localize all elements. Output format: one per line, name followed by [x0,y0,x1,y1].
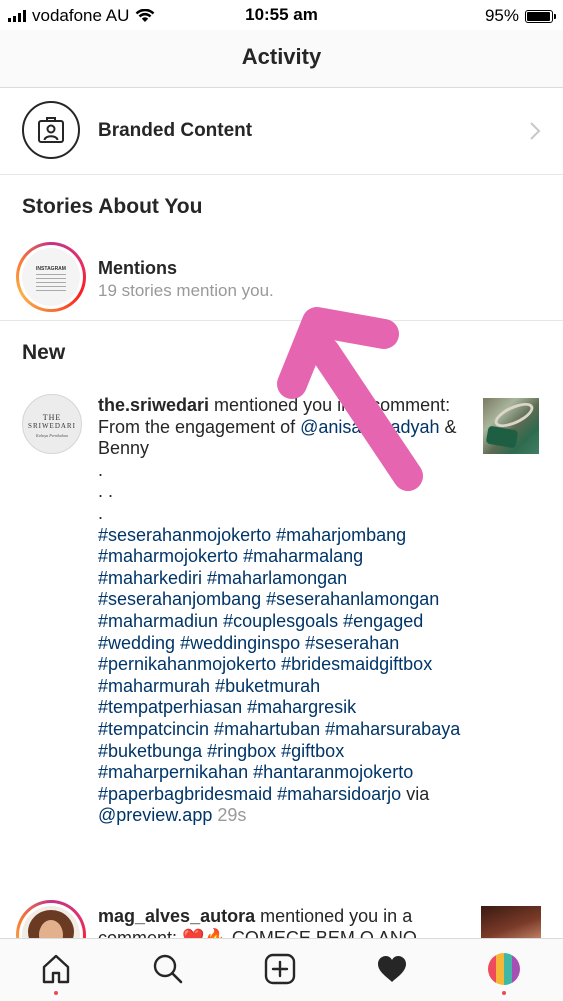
tab-activity[interactable] [357,939,427,1001]
search-icon [153,954,183,984]
heart-icon [378,956,406,982]
nav-header: Activity [0,30,563,88]
branded-content-icon-circle [22,101,80,159]
status-bar: vodafone AU 10:55 am 95% [0,0,563,30]
notification-text: the.sriwedari mentioned you in a comment… [98,395,468,827]
post-thumbnail-2[interactable] [481,906,541,940]
timestamp: 29s [212,805,247,826]
stories-section-title: Stories About You [22,195,203,218]
via-text: via [401,783,430,804]
avatar[interactable]: THE SRIWEDARI Kebaya Pernikahan [22,394,82,454]
notification-dots: . . . . [98,459,114,523]
battery-icon [525,9,556,23]
notification-text-2: mag_alves_autora mentioned you in a comm… [98,906,468,940]
clock: 10:55 am [245,5,318,24]
home-icon [42,954,70,984]
tab-profile[interactable] [469,939,539,1001]
page-title: Activity [241,44,322,69]
username-link[interactable]: the.sriwedari [98,395,209,415]
new-section-title: New [22,341,66,364]
mentions-story-ring[interactable]: INSTAGRAM [16,242,86,312]
mentions-subtitle: 19 stories mention you. [98,281,274,300]
notification-dot [54,991,58,995]
tab-search[interactable] [133,939,203,1001]
branded-content-icon [38,117,64,143]
mention-link[interactable]: @anisa.n.sadyah [300,417,439,437]
profile-avatar [488,953,520,985]
mentions-story-thumbnail: INSTAGRAM [22,248,80,306]
mentions-row[interactable]: INSTAGRAM Mentions 19 stories mention yo… [0,236,563,321]
via-account-link[interactable]: @preview.app [98,805,212,825]
notification-dot [502,991,506,995]
chevron-right-icon [530,122,541,140]
avatar-2[interactable] [16,900,86,940]
tab-bar [0,938,563,1001]
post-thumbnail[interactable] [483,398,539,454]
username-link-2[interactable]: mag_alves_autora [98,906,255,926]
branded-content-row[interactable]: Branded Content [0,88,563,175]
hashtags[interactable]: #seserahanmojokerto #maharjombang #mahar… [98,525,460,804]
notification-item-2[interactable]: mag_alves_autora mentioned you in a comm… [0,900,563,940]
branded-content-label: Branded Content [98,120,253,141]
plus-square-icon [264,953,296,985]
tab-home[interactable] [21,939,91,1001]
status-right: 95% [484,6,556,26]
mentions-title: Mentions [98,258,177,278]
tab-new-post[interactable] [245,939,315,1001]
battery-percent: 95% [484,6,519,25]
